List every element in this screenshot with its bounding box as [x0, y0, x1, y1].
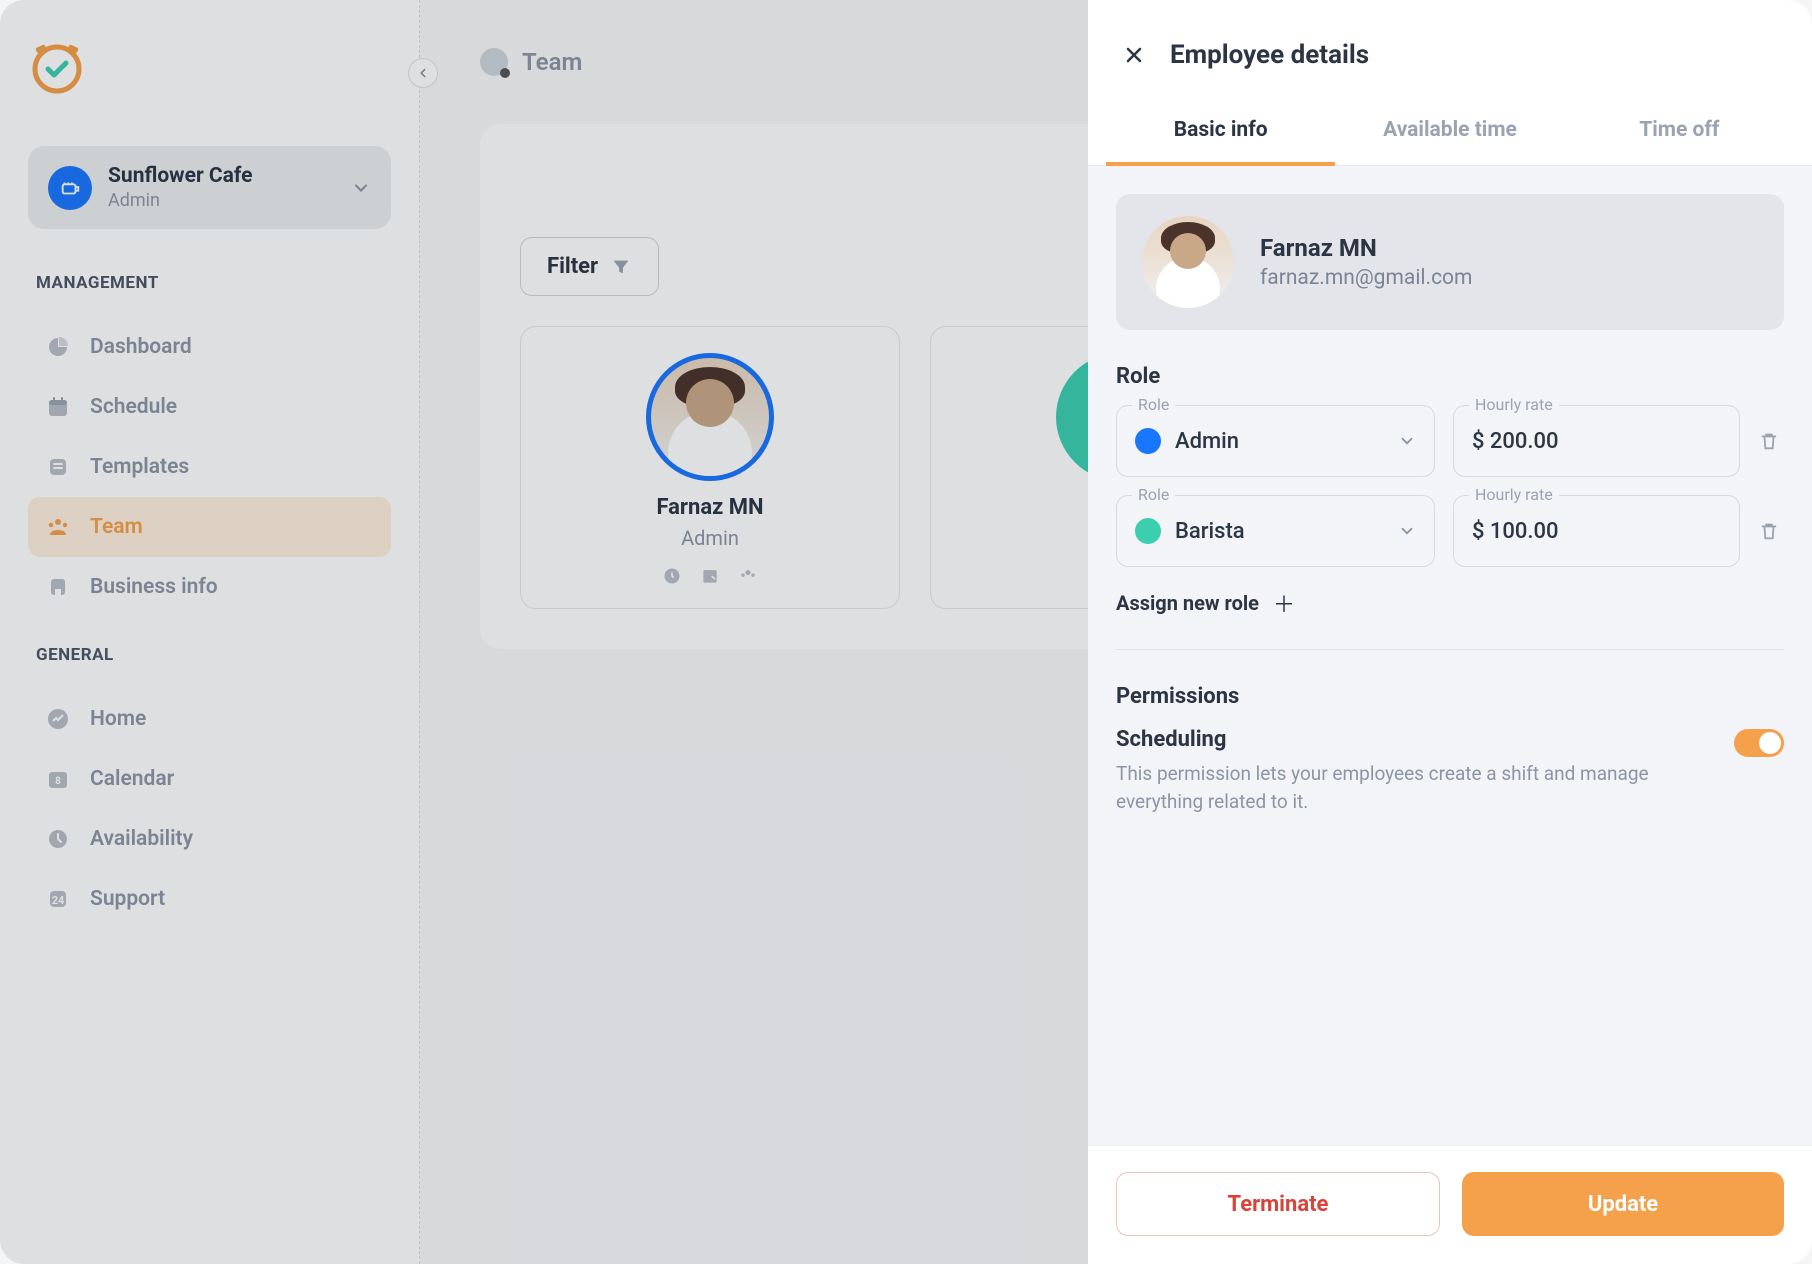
- rate-value: $ 100.00: [1472, 519, 1559, 544]
- button-label: Terminate: [1228, 1192, 1329, 1217]
- button-label: Update: [1588, 1192, 1658, 1217]
- field-label: Role: [1132, 395, 1175, 414]
- field-label: Role: [1132, 485, 1175, 504]
- role-row: Role Admin Hourly rate $ 200.00: [1116, 405, 1784, 477]
- role-row: Role Barista Hourly rate $ 100.00: [1116, 495, 1784, 567]
- divider: [1116, 649, 1784, 650]
- profile-email: farnaz.mn@gmail.com: [1260, 266, 1472, 290]
- drawer-tabs: Basic info Available time Time off: [1088, 100, 1812, 166]
- chevron-down-icon: [1398, 522, 1416, 540]
- tab-time-off[interactable]: Time off: [1565, 100, 1794, 165]
- permissions-heading: Permissions: [1116, 684, 1784, 709]
- scheduling-toggle[interactable]: [1734, 729, 1784, 757]
- profile-card: Farnaz MN farnaz.mn@gmail.com: [1116, 194, 1784, 330]
- terminate-button[interactable]: Terminate: [1116, 1172, 1440, 1236]
- rate-value: $ 200.00: [1472, 429, 1559, 454]
- drawer-body: Farnaz MN farnaz.mn@gmail.com Role Role …: [1088, 166, 1812, 1145]
- trash-icon[interactable]: [1758, 520, 1784, 542]
- drawer-title: Employee details: [1170, 40, 1369, 70]
- role-color-dot: [1135, 518, 1161, 544]
- field-label: Hourly rate: [1469, 485, 1559, 504]
- assign-new-role-button[interactable]: Assign new role ＋: [1116, 587, 1784, 619]
- plus-icon: ＋: [1273, 587, 1295, 619]
- update-button[interactable]: Update: [1462, 1172, 1784, 1236]
- chevron-down-icon: [1398, 432, 1416, 450]
- permission-row: Scheduling This permission lets your emp…: [1116, 727, 1784, 815]
- role-section-heading: Role: [1116, 364, 1784, 389]
- drawer-footer: Terminate Update: [1088, 1145, 1812, 1264]
- field-label: Hourly rate: [1469, 395, 1559, 414]
- employee-details-drawer: Employee details Basic info Available ti…: [1088, 0, 1812, 1264]
- avatar: [1142, 216, 1234, 308]
- role-name: Admin: [1175, 429, 1239, 454]
- permission-description: This permission lets your employees crea…: [1116, 760, 1714, 815]
- trash-icon[interactable]: [1758, 430, 1784, 452]
- role-color-dot: [1135, 428, 1161, 454]
- tab-available-time[interactable]: Available time: [1335, 100, 1564, 165]
- role-name: Barista: [1175, 519, 1245, 544]
- role-field[interactable]: Role Admin: [1116, 405, 1435, 477]
- role-field[interactable]: Role Barista: [1116, 495, 1435, 567]
- close-icon[interactable]: [1122, 43, 1146, 67]
- rate-field[interactable]: Hourly rate $ 200.00: [1453, 405, 1740, 477]
- tab-basic-info[interactable]: Basic info: [1106, 100, 1335, 166]
- profile-name: Farnaz MN: [1260, 234, 1472, 262]
- permission-title: Scheduling: [1116, 727, 1714, 752]
- rate-field[interactable]: Hourly rate $ 100.00: [1453, 495, 1740, 567]
- assign-label: Assign new role: [1116, 591, 1259, 615]
- drawer-header: Employee details: [1088, 0, 1812, 100]
